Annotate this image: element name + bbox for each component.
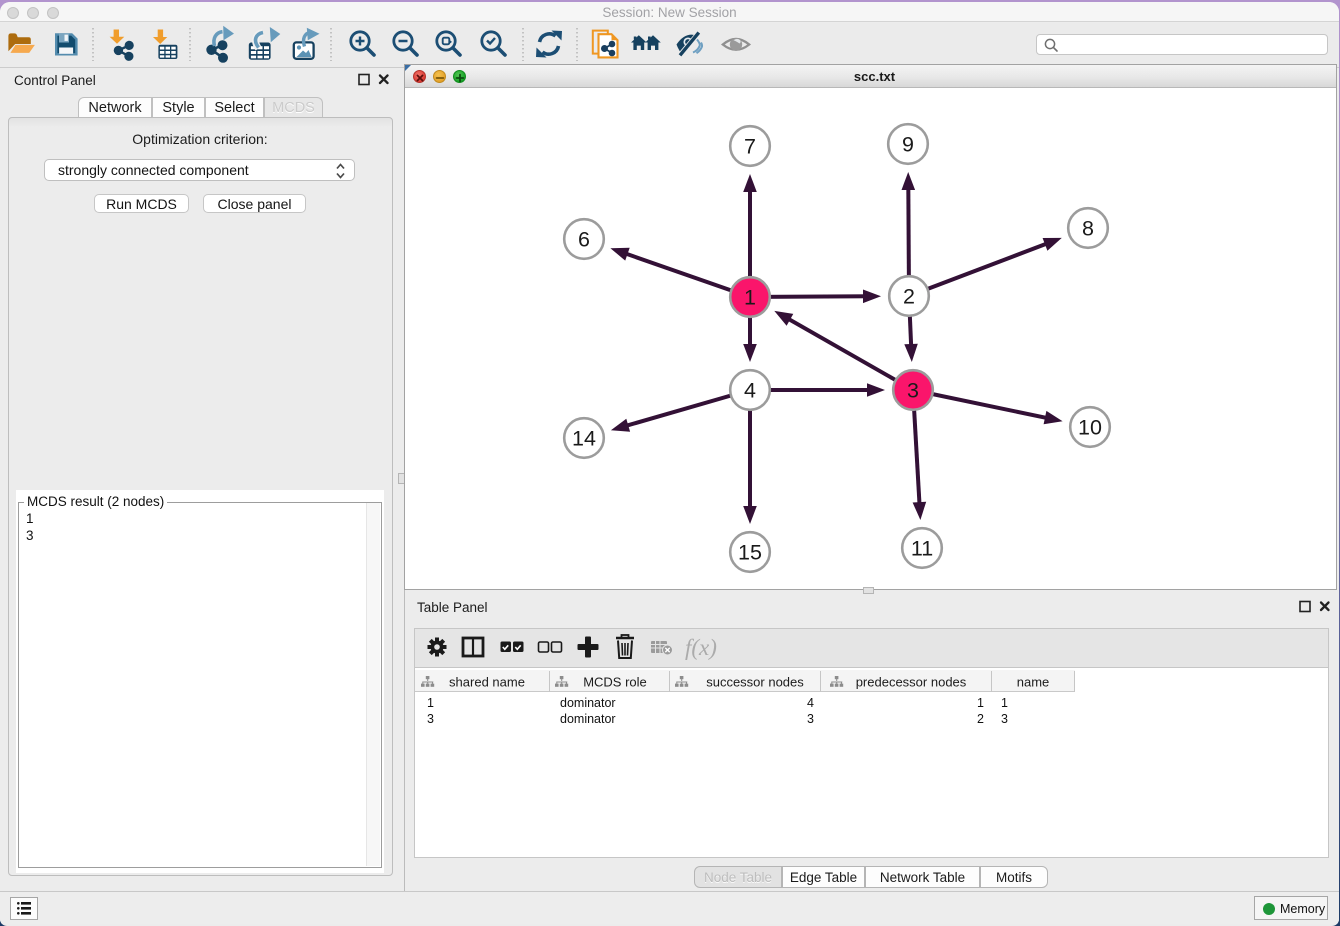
svg-text:4: 4 [744,379,756,403]
svg-text:1: 1 [744,286,756,310]
svg-text:MCDS role: MCDS role [583,675,647,690]
svg-text:shared name: shared name [449,675,525,690]
svg-text:8: 8 [1082,217,1094,241]
svg-text:7: 7 [744,135,756,159]
svg-text:10: 10 [1078,416,1102,440]
svg-text:2: 2 [903,285,915,309]
svg-text:f(x): f(x) [685,635,717,660]
svg-text:14: 14 [572,427,596,451]
svg-text:successor nodes: successor nodes [706,675,804,690]
svg-text:predecessor nodes: predecessor nodes [856,675,967,690]
svg-text:name: name [1017,675,1050,690]
svg-text:6: 6 [578,228,590,252]
svg-text:11: 11 [911,537,933,561]
svg-text:3: 3 [907,379,919,403]
svg-text:9: 9 [902,133,914,157]
svg-text:15: 15 [738,541,762,565]
